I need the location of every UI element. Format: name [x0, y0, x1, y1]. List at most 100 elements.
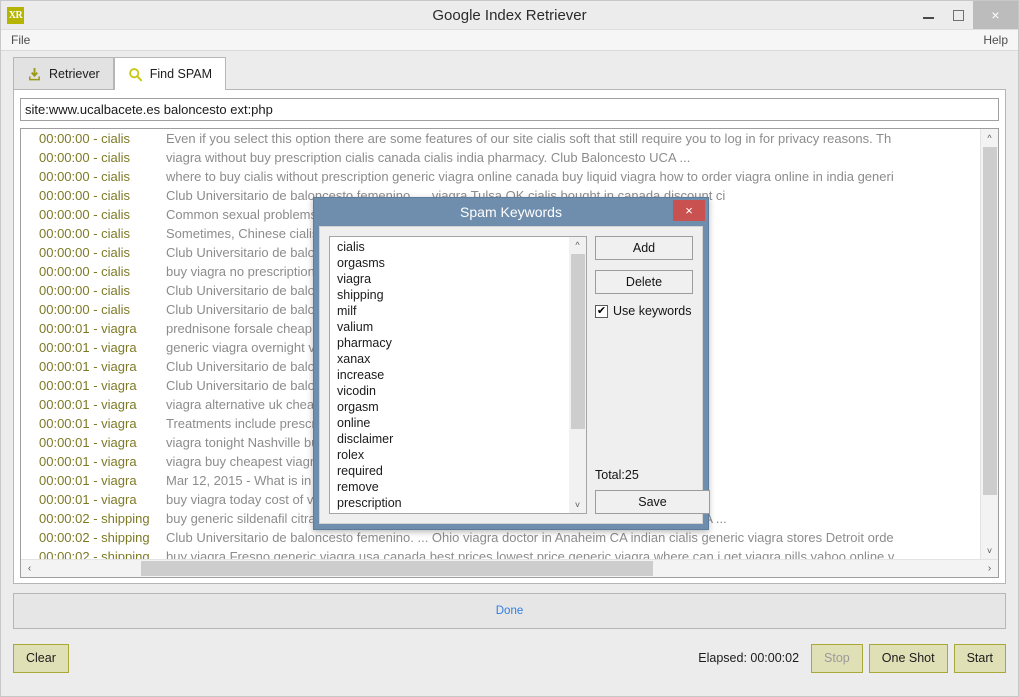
- result-snippet: viagra without buy prescription cialis c…: [166, 150, 690, 165]
- result-timestamp: 00:00:00 - cialis: [21, 150, 166, 165]
- result-snippet: buy viagra Fresno generic viagra usa can…: [166, 549, 894, 559]
- result-timestamp: 00:00:00 - cialis: [21, 283, 166, 298]
- list-item[interactable]: viagra: [330, 271, 568, 287]
- list-item[interactable]: increase: [330, 367, 568, 383]
- result-timestamp: 00:00:00 - cialis: [21, 264, 166, 279]
- keywords-total-label: Total:25: [595, 468, 639, 482]
- maximize-button[interactable]: [943, 1, 973, 29]
- result-timestamp: 00:00:02 - shipping: [21, 549, 166, 559]
- keywords-listbox[interactable]: cialisorgasmsviagrashippingmilfvaliumpha…: [329, 236, 587, 514]
- dialog-title: Spam Keywords: [460, 204, 562, 220]
- keywords-scroll-down-icon[interactable]: ˅: [569, 497, 586, 513]
- scroll-up-icon[interactable]: ^: [981, 129, 998, 146]
- start-button[interactable]: Start: [954, 644, 1006, 673]
- search-icon: [128, 67, 143, 82]
- app-icon: XR: [7, 7, 24, 24]
- horizontal-scroll-thumb[interactable]: [141, 561, 653, 576]
- download-icon: [27, 67, 42, 82]
- status-bar: Done: [13, 593, 1006, 629]
- result-timestamp: 00:00:00 - cialis: [21, 188, 166, 203]
- result-timestamp: 00:00:02 - shipping: [21, 511, 166, 526]
- list-item[interactable]: orgasms: [330, 255, 568, 271]
- result-timestamp: 00:00:00 - cialis: [21, 302, 166, 317]
- save-keywords-button[interactable]: Save: [595, 490, 710, 514]
- result-timestamp: 00:00:01 - viagra: [21, 378, 166, 393]
- table-row[interactable]: 00:00:00 - cialisEven if you select this…: [21, 129, 979, 148]
- list-item[interactable]: orgasm: [330, 399, 568, 415]
- result-timestamp: 00:00:00 - cialis: [21, 207, 166, 222]
- table-row[interactable]: 00:00:02 - shippingbuy viagra Fresno gen…: [21, 547, 979, 559]
- use-keywords-checkbox[interactable]: ✔: [595, 305, 608, 318]
- result-timestamp: 00:00:01 - viagra: [21, 397, 166, 412]
- list-item[interactable]: remove: [330, 479, 568, 495]
- table-row[interactable]: 00:00:02 - shippingClub Universitario de…: [21, 528, 979, 547]
- keywords-vertical-scrollbar[interactable]: ^ ˅: [569, 237, 586, 513]
- list-item[interactable]: disclaimer: [330, 431, 568, 447]
- list-item[interactable]: online: [330, 415, 568, 431]
- stop-button[interactable]: Stop: [811, 644, 863, 673]
- list-item[interactable]: xanax: [330, 351, 568, 367]
- scroll-right-icon[interactable]: ›: [981, 560, 998, 577]
- application-window: XR Google Index Retriever × File Help Re…: [0, 0, 1019, 697]
- menu-item-file[interactable]: File: [11, 33, 30, 47]
- result-timestamp: 00:00:01 - viagra: [21, 359, 166, 374]
- window-titlebar: XR Google Index Retriever ×: [1, 1, 1018, 29]
- result-timestamp: 00:00:00 - cialis: [21, 131, 166, 146]
- result-timestamp: 00:00:01 - viagra: [21, 492, 166, 507]
- delete-keyword-button[interactable]: Delete: [595, 270, 693, 294]
- dialog-close-button[interactable]: ×: [673, 200, 705, 221]
- list-item[interactable]: required: [330, 463, 568, 479]
- tab-retriever[interactable]: Retriever: [13, 57, 114, 90]
- list-item[interactable]: milf: [330, 303, 568, 319]
- results-horizontal-scrollbar[interactable]: ‹ ›: [21, 559, 998, 577]
- use-keywords-checkbox-row[interactable]: ✔ Use keywords: [595, 304, 693, 318]
- result-timestamp: 00:00:01 - viagra: [21, 473, 166, 488]
- clear-button[interactable]: Clear: [13, 644, 69, 673]
- footer-toolbar: Clear Elapsed: 00:00:02 Stop One Shot St…: [13, 638, 1006, 678]
- result-timestamp: 00:00:01 - viagra: [21, 454, 166, 469]
- result-timestamp: 00:00:00 - cialis: [21, 169, 166, 184]
- add-keyword-button[interactable]: Add: [595, 236, 693, 260]
- status-text: Done: [496, 605, 524, 617]
- tab-find-spam-label: Find SPAM: [150, 67, 212, 81]
- menu-item-help[interactable]: Help: [983, 33, 1008, 47]
- use-keywords-label: Use keywords: [613, 304, 692, 318]
- result-timestamp: 00:00:02 - shipping: [21, 530, 166, 545]
- dialog-body: cialisorgasmsviagrashippingmilfvaliumpha…: [319, 226, 703, 524]
- dialog-controls: Add Delete ✔ Use keywords Total:25 Save: [587, 227, 702, 523]
- one-shot-button[interactable]: One Shot: [869, 644, 948, 673]
- minimize-button[interactable]: [913, 1, 943, 29]
- result-snippet: Club Universitario de baloncesto femenin…: [166, 530, 894, 545]
- results-vertical-scrollbar[interactable]: ^ ˅: [980, 129, 998, 559]
- result-timestamp: 00:00:00 - cialis: [21, 245, 166, 260]
- result-snippet: Even if you select this option there are…: [166, 131, 891, 146]
- result-timestamp: 00:00:01 - viagra: [21, 321, 166, 336]
- close-button[interactable]: ×: [973, 1, 1018, 29]
- window-controls: ×: [913, 1, 1018, 29]
- scroll-left-icon[interactable]: ‹: [21, 560, 38, 577]
- keywords-scroll-up-icon[interactable]: ^: [569, 237, 586, 253]
- elapsed-label: Elapsed: 00:00:02: [698, 651, 799, 665]
- scroll-down-icon[interactable]: ˅: [981, 542, 998, 559]
- vertical-scroll-thumb[interactable]: [983, 147, 997, 495]
- search-query-input[interactable]: [20, 98, 999, 121]
- list-item[interactable]: shipping: [330, 287, 568, 303]
- result-timestamp: 00:00:01 - viagra: [21, 340, 166, 355]
- tab-retriever-label: Retriever: [49, 67, 100, 81]
- keywords-scroll-thumb[interactable]: [571, 254, 585, 429]
- list-item[interactable]: hydrocodone: [330, 511, 568, 513]
- dialog-titlebar: Spam Keywords ×: [314, 198, 708, 225]
- tab-find-spam[interactable]: Find SPAM: [114, 57, 226, 90]
- list-item[interactable]: vicodin: [330, 383, 568, 399]
- minimize-icon: [923, 17, 934, 19]
- list-item[interactable]: cialis: [330, 239, 568, 255]
- table-row[interactable]: 00:00:00 - cialisviagra without buy pres…: [21, 148, 979, 167]
- list-item[interactable]: valium: [330, 319, 568, 335]
- tab-strip: Retriever Find SPAM: [1, 51, 1018, 89]
- list-item[interactable]: rolex: [330, 447, 568, 463]
- list-item[interactable]: pharmacy: [330, 335, 568, 351]
- result-timestamp: 00:00:00 - cialis: [21, 226, 166, 241]
- list-item[interactable]: prescription: [330, 495, 568, 511]
- table-row[interactable]: 00:00:00 - cialiswhere to buy cialis wit…: [21, 167, 979, 186]
- result-snippet: where to buy cialis without prescription…: [166, 169, 894, 184]
